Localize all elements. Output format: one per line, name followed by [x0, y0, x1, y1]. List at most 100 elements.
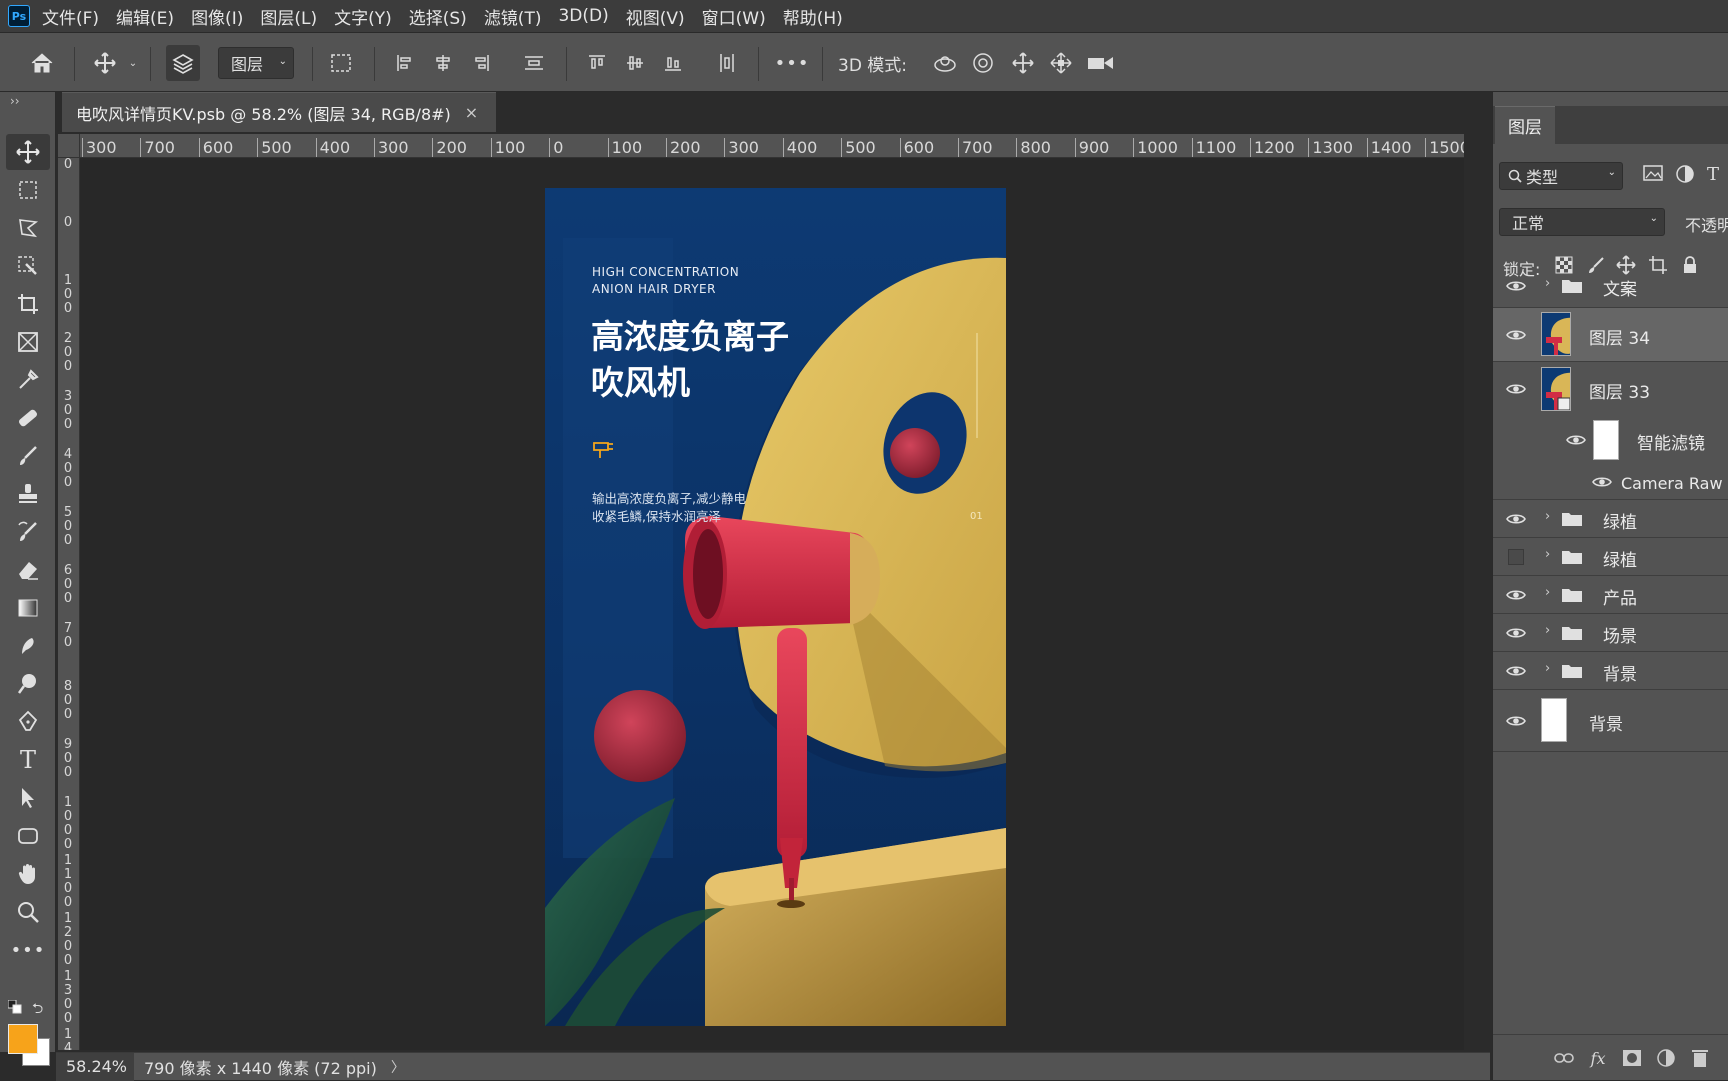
filter-mask-thumbnail[interactable] [1593, 420, 1619, 460]
brush-tool-icon[interactable] [6, 438, 50, 474]
artwork-canvas[interactable]: HIGH CONCENTRATION ANION HAIR DRYER 高浓度负… [545, 188, 1006, 1026]
menu-help[interactable]: 帮助(H) [783, 4, 843, 29]
collapse-panel-icon[interactable]: ›› [10, 94, 20, 108]
visibility-toggle-off[interactable] [1508, 549, 1524, 565]
status-menu-chevron-icon[interactable]: 〉 [391, 1057, 405, 1077]
edit-toolbar-icon[interactable]: ••• [6, 932, 50, 968]
marquee-tool-icon[interactable] [6, 172, 50, 208]
lasso-tool-icon[interactable] [6, 210, 50, 246]
visibility-eye-icon[interactable] [1503, 661, 1529, 681]
move-tool-icon[interactable] [6, 134, 50, 170]
eraser-tool-icon[interactable] [6, 552, 50, 588]
adjustment-layer-icon[interactable] [1655, 1047, 1677, 1069]
3d-slide-icon[interactable] [1046, 33, 1076, 93]
hand-tool-icon[interactable] [6, 856, 50, 892]
visibility-eye-icon[interactable] [1589, 472, 1615, 492]
layer-row[interactable]: › 绿植 [1493, 500, 1728, 538]
layer-row[interactable]: › 文案 [1493, 264, 1728, 308]
smudge-tool-icon[interactable] [6, 628, 50, 664]
show-transform-controls-icon[interactable] [326, 33, 356, 93]
tab-layers[interactable]: 图层 [1495, 106, 1555, 144]
layer-row[interactable]: 图层 33 [1493, 362, 1728, 416]
layer-row-selected[interactable]: 图层 34 [1493, 308, 1728, 362]
menu-window[interactable]: 窗口(W) [702, 4, 766, 29]
path-selection-tool-icon[interactable] [6, 780, 50, 816]
menu-select[interactable]: 选择(S) [409, 4, 467, 29]
rectangle-tool-icon[interactable] [6, 818, 50, 854]
visibility-eye-icon[interactable] [1503, 276, 1529, 296]
menu-type[interactable]: 文字(Y) [334, 4, 392, 29]
move-tool-icon[interactable] [90, 33, 120, 93]
align-left-icon[interactable] [392, 33, 418, 93]
distribute-horizontal-icon[interactable] [714, 33, 740, 93]
chevron-right-icon[interactable]: › [1545, 509, 1550, 524]
swap-colors-icon[interactable]: ⮌ [32, 998, 48, 1017]
filter-pixel-icon[interactable] [1643, 164, 1665, 186]
align-horizontal-center-icon[interactable] [430, 33, 456, 93]
filter-adjustment-icon[interactable] [1675, 164, 1697, 186]
object-selection-tool-icon[interactable] [6, 248, 50, 284]
dodge-tool-icon[interactable] [6, 666, 50, 702]
pen-tool-icon[interactable] [6, 704, 50, 740]
layer-row-background[interactable]: 背景 [1493, 690, 1728, 752]
menu-filter[interactable]: 滤镜(T) [484, 4, 542, 29]
visibility-eye-icon[interactable] [1503, 711, 1529, 731]
layer-filter-dropdown[interactable]: 类型 ⌄ [1499, 162, 1623, 190]
layer-effects-icon[interactable]: fx [1587, 1047, 1609, 1069]
link-layers-icon[interactable] [1553, 1047, 1575, 1069]
eyedropper-tool-icon[interactable] [6, 362, 50, 398]
filter-type-icon[interactable]: T [1707, 164, 1728, 186]
close-document-icon[interactable]: × [465, 103, 478, 122]
3d-camera-icon[interactable] [1084, 33, 1118, 93]
distribute-vertical-icon[interactable] [520, 33, 548, 93]
frame-tool-icon[interactable] [6, 324, 50, 360]
foreground-color-swatch[interactable] [8, 1024, 38, 1054]
layer-row-hidden[interactable]: › 绿植 [1493, 538, 1728, 576]
layer-row[interactable]: › 背景 [1493, 652, 1728, 690]
auto-select-target-dropdown[interactable]: 图层 ⌄ [218, 47, 294, 79]
layer-row[interactable]: › 场景 [1493, 614, 1728, 652]
zoom-level[interactable]: 58.24% [56, 1052, 134, 1081]
horizontal-ruler[interactable]: 300 700 600 500 400 300 200 100 0 100 200 300 400 500… [80, 134, 1464, 158]
chevron-right-icon[interactable]: › [1545, 585, 1550, 600]
document-tab[interactable]: 电吹风详情页KV.psb @ 58.2% (图层 34, RGB/8#) × [62, 92, 496, 132]
auto-select-layers-icon[interactable] [166, 45, 200, 81]
menu-file[interactable]: 文件(F) [42, 4, 99, 29]
blend-mode-dropdown[interactable]: 正常 ⌄ [1499, 208, 1665, 236]
menu-3d[interactable]: 3D(D) [558, 6, 608, 26]
align-top-icon[interactable] [584, 33, 610, 93]
ruler-origin[interactable] [58, 134, 80, 158]
more-options-icon[interactable]: ••• [775, 33, 809, 93]
history-brush-tool-icon[interactable] [6, 514, 50, 550]
chevron-right-icon[interactable]: › [1545, 623, 1550, 638]
menu-layer[interactable]: 图层(L) [260, 4, 317, 29]
visibility-eye-icon[interactable] [1503, 623, 1529, 643]
menu-edit[interactable]: 编辑(E) [116, 4, 174, 29]
move-preset-chevron-down-icon[interactable]: ⌄ [126, 33, 140, 93]
clone-stamp-tool-icon[interactable] [6, 476, 50, 512]
visibility-eye-icon[interactable] [1503, 379, 1529, 399]
crop-tool-icon[interactable] [6, 286, 50, 322]
align-vertical-center-icon[interactable] [622, 33, 648, 93]
healing-brush-tool-icon[interactable] [6, 400, 50, 436]
add-mask-icon[interactable] [1621, 1047, 1643, 1069]
vertical-ruler[interactable]: 0 0 100 200 300 400 500 600 70 800 900 100011001200… [58, 158, 80, 1050]
visibility-eye-icon[interactable] [1563, 430, 1589, 450]
chevron-right-icon[interactable]: › [1545, 276, 1550, 291]
zoom-tool-icon[interactable] [6, 894, 50, 930]
delete-layer-icon[interactable] [1689, 1047, 1711, 1069]
layer-row-smart-filters[interactable]: 智能滤镜 [1493, 416, 1728, 464]
layer-row-filter[interactable]: Camera Raw 滤 [1493, 464, 1728, 500]
3d-orbit-icon[interactable] [930, 33, 960, 93]
visibility-eye-icon[interactable] [1503, 509, 1529, 529]
chevron-right-icon[interactable]: › [1545, 547, 1550, 562]
chevron-right-icon[interactable]: › [1545, 661, 1550, 676]
default-colors-icon[interactable] [7, 999, 22, 1014]
visibility-eye-icon[interactable] [1503, 325, 1529, 345]
align-bottom-icon[interactable] [660, 33, 686, 93]
3d-pan-icon[interactable] [1008, 33, 1038, 93]
gradient-tool-icon[interactable] [6, 590, 50, 626]
menu-view[interactable]: 视图(V) [626, 4, 685, 29]
align-right-icon[interactable] [468, 33, 494, 93]
type-tool-icon[interactable]: T [6, 742, 50, 778]
